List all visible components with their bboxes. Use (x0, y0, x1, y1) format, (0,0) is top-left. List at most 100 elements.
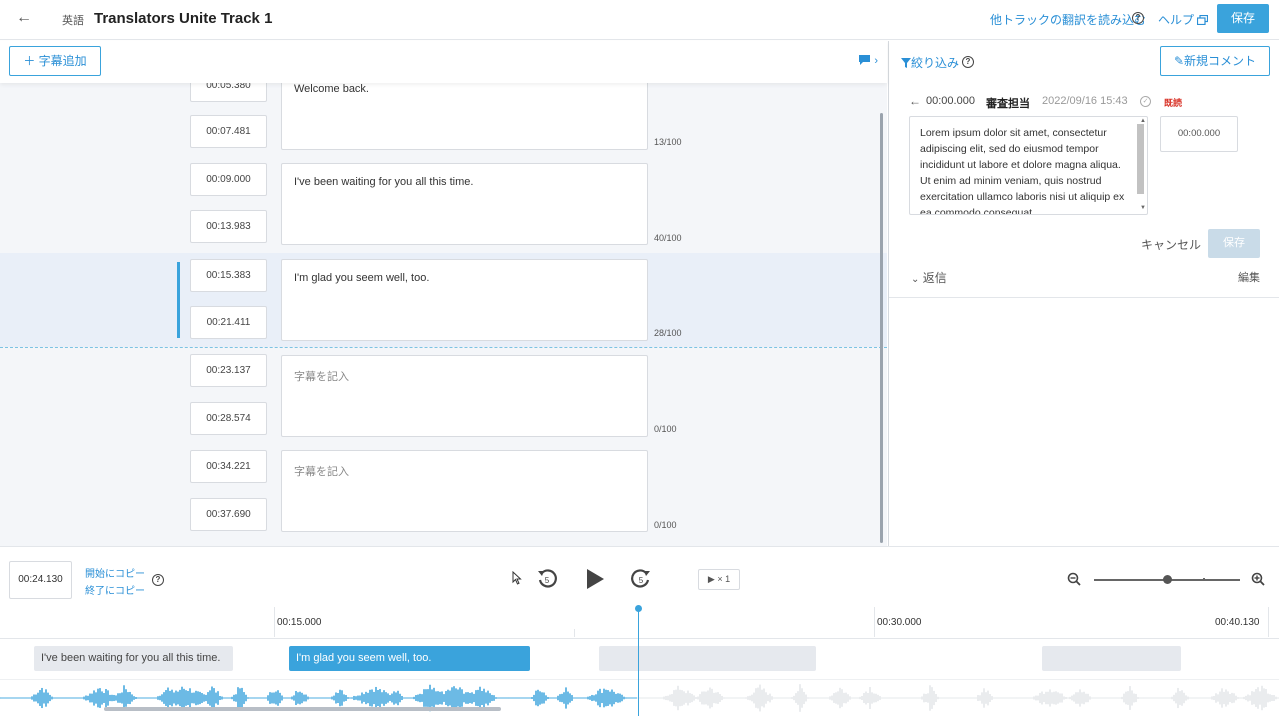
playback-speed-button[interactable]: ▶ × 1 (698, 569, 740, 590)
start-time-field[interactable]: 00:05.380 (190, 83, 267, 102)
playhead-line (638, 607, 639, 716)
zoom-slider-handle[interactable] (1163, 575, 1172, 584)
subtitle-list: 00:05.380 00:07.481 Welcome back. 13/100… (0, 83, 887, 546)
active-row-indicator (177, 262, 180, 338)
ruler-tick (574, 629, 575, 637)
char-count: 0/100 (654, 520, 677, 530)
list-scrollbar[interactable] (880, 113, 883, 543)
end-time-field[interactable]: 00:28.574 (190, 402, 267, 435)
current-time-line (0, 347, 887, 348)
copy-to-start-link[interactable]: 開始にコピー (85, 565, 145, 580)
subtitle-text-field[interactable]: I've been waiting for you all this time. (281, 163, 648, 245)
chevron-right-icon: › (874, 55, 879, 67)
subtitle-text-field[interactable]: Welcome back. (281, 83, 648, 150)
rewind-5s-button[interactable]: 5 (536, 568, 558, 595)
playhead-handle[interactable] (635, 605, 642, 612)
end-time-field[interactable]: 00:07.481 (190, 115, 267, 148)
new-comment-label: 新規コメント (1184, 54, 1257, 68)
comment-author: 審査担当 (986, 98, 1030, 110)
comment-date: 2022/09/16 15:43 (1042, 95, 1128, 107)
comment-time-field[interactable]: 00:00.000 (1160, 116, 1238, 152)
copy-to-end-link[interactable]: 終了にコピー (85, 582, 145, 597)
back-arrow-icon[interactable]: ← (909, 94, 921, 108)
question-icon[interactable]: ? (1132, 12, 1144, 24)
start-time-field[interactable]: 00:23.137 (190, 354, 267, 387)
pencil-icon: ✎ (1173, 54, 1185, 68)
zoom-in-icon[interactable] (1251, 572, 1265, 591)
play-small-icon: ▶ (707, 574, 715, 584)
help-link[interactable]: ヘルプ (1158, 11, 1209, 28)
current-time-field[interactable]: 00:24.130 (9, 561, 72, 599)
subtitle-text-field[interactable]: 字幕を記入 (281, 450, 648, 532)
chevron-down-icon: ⌄ (911, 274, 920, 285)
forward-seconds: 5 (639, 576, 644, 585)
subtitle-text-field[interactable]: 字幕を記入 (281, 355, 648, 437)
ruler-label: 00:40.130 (1215, 617, 1260, 628)
track-divider (0, 679, 1279, 680)
reply-label: 返信 (922, 271, 947, 285)
ruler-label: 00:30.000 (877, 617, 922, 628)
check-circle-icon[interactable]: ✓ (1140, 96, 1151, 107)
comment-icon (859, 55, 870, 65)
end-time-field[interactable]: 00:21.411 (190, 306, 267, 339)
top-bar: ← 英語 Translators Unite Track 1 他トラックの翻訳を… (0, 0, 1279, 40)
ruler-tick (274, 607, 275, 637)
timeline-segment[interactable]: I've been waiting for you all this time. (34, 646, 233, 671)
save-button[interactable]: 保存 (1217, 4, 1269, 33)
forward-icon: 5 (631, 569, 650, 588)
comment-panel-toggle[interactable]: › (858, 54, 878, 69)
load-other-tracks-link[interactable]: 他トラックの翻訳を読み込む (990, 11, 1146, 28)
comment-timestamp[interactable]: 00:00.000 (926, 95, 975, 107)
zoom-out-icon[interactable] (1067, 572, 1081, 591)
forward-5s-button[interactable]: 5 (630, 568, 652, 595)
ruler-tick (874, 607, 875, 637)
comments-panel: 絞り込み ? ✎新規コメント ← 00:00.000 審査担当 2022/09/… (888, 41, 1279, 546)
play-icon (587, 569, 604, 589)
textarea-scrollbar[interactable] (1137, 124, 1144, 194)
plus-icon: ＋ (23, 54, 39, 68)
mouse-cursor-icon (512, 571, 522, 585)
question-icon[interactable]: ? (962, 56, 974, 68)
char-count: 0/100 (654, 424, 677, 434)
char-count: 28/100 (654, 328, 682, 338)
cancel-button[interactable]: キャンセル (1141, 236, 1201, 253)
page-title: Translators Unite Track 1 (94, 10, 273, 27)
speed-label: × 1 (717, 574, 731, 584)
add-subtitle-button[interactable]: ＋ 字幕追加 (9, 46, 101, 76)
timeline-segment-active[interactable]: I'm glad you seem well, too. (289, 646, 530, 671)
comment-save-button[interactable]: 保存 (1208, 229, 1260, 258)
timeline-scrollbar[interactable] (104, 707, 501, 711)
char-count: 40/100 (654, 233, 682, 243)
end-time-field[interactable]: 00:13.983 (190, 210, 267, 243)
new-comment-button[interactable]: ✎新規コメント (1160, 46, 1270, 76)
start-time-field[interactable]: 00:34.221 (190, 450, 267, 483)
play-button[interactable] (584, 568, 606, 595)
rewind-seconds: 5 (545, 576, 550, 585)
timeline-segment[interactable] (599, 646, 816, 671)
ruler-tick (1268, 607, 1269, 637)
filter-icon (901, 58, 911, 68)
subtitle-text-field[interactable]: I'm glad you seem well, too. (281, 259, 648, 341)
reply-toggle[interactable]: ⌄ 返信 (911, 269, 947, 286)
divider (889, 297, 1279, 298)
language-label: 英語 (62, 15, 84, 27)
start-time-field[interactable]: 00:09.000 (190, 163, 267, 196)
char-count: 13/100 (654, 137, 682, 147)
ruler-baseline (0, 638, 1279, 639)
filter-button[interactable]: 絞り込み (901, 54, 959, 71)
start-time-field[interactable]: 00:15.383 (190, 259, 267, 292)
timeline-segment[interactable] (1042, 646, 1181, 671)
add-subtitle-label: 字幕追加 (38, 54, 87, 68)
comment-textarea[interactable]: Lorem ipsum dolor sit amet, consectetur … (909, 116, 1148, 215)
back-arrow-icon[interactable]: ← (12, 9, 36, 29)
scroll-up-icon[interactable]: ▲ (1140, 118, 1146, 124)
external-window-icon (1197, 14, 1209, 26)
edit-link[interactable]: 編集 (1238, 269, 1260, 285)
question-icon[interactable]: ? (152, 574, 164, 586)
rewind-icon: 5 (538, 569, 557, 588)
zoom-tick (1203, 578, 1205, 581)
scroll-down-icon[interactable]: ▼ (1140, 205, 1146, 211)
player-panel: 00:24.130 開始にコピー 終了にコピー ? 5 5 ▶ × 1 00:1… (0, 546, 1279, 716)
end-time-field[interactable]: 00:37.690 (190, 498, 267, 531)
ruler-label: 00:15.000 (277, 617, 322, 628)
